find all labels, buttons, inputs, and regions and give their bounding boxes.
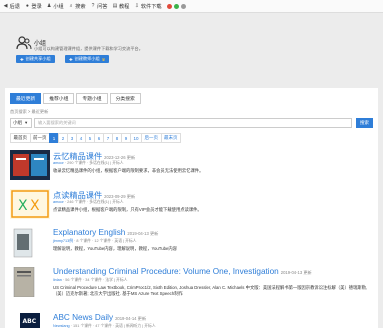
item-title[interactable]: Understanding Criminal Procedure: Volume… [53,267,312,276]
page-last[interactable]: 最末页 [160,133,182,143]
tab-recent[interactable]: 最近更新 [10,93,42,104]
svg-text:ABC: ABC [23,318,37,325]
qa-icon: ? [91,3,95,9]
page-first[interactable]: 最首页 [10,133,31,143]
search-button[interactable]: 搜索 [356,118,373,128]
nav-download[interactable]: ⇩ 软件下载 [134,3,162,10]
group-users-icon [16,36,32,50]
tab-recommended[interactable]: 推荐小组 [43,93,75,104]
top-navbar: ◀ 后退 ● 登录 ♟ 小组 ⌕ 搜索 ? 问答 ▤ 教程 ⇩ 软件下载 [0,0,383,13]
svg-text:X: X [18,198,28,214]
chevron-down-icon: ▾ [25,120,28,125]
pagination: 最首页 前一页 1 2 3 4 5 6 7 8 9 10 后一页 最末页 [10,133,182,143]
list-item: Understanding Criminal Procedure: Volume… [10,267,373,307]
item-title[interactable]: Explanatory English 2019-04-13 更新 [53,228,158,237]
page-next[interactable]: 后一页 [141,133,162,143]
item-meta: amoor · 246 个课件 · 多话在线(1) | 开标人 [53,200,124,204]
list-item: ABC ABC News Daily 2019-04-14 更新 Newslang… [10,313,373,328]
weibo-icon[interactable] [166,3,172,9]
item-thumbnail[interactable]: X X [10,189,50,219]
plus-icon: ✚ [69,56,73,62]
item-description: 点读精品课件小组，根据客户端的限制，只有VIP会员才能下载使用点读课件。 [53,207,202,212]
group-description: 小组可以构建管理课件组，提供课件下载和学习交流平台。 [34,46,143,51]
nav-group[interactable]: ♟ 小组 [47,3,64,10]
vip-icon: ♛ [101,56,106,62]
breadcrumb: 首页搜索 > 最近更新 [10,109,49,114]
item-description: 收录云忆精品课件的小组，根据客户端的限制要求，非会员无法使用云忆课件。 [53,168,204,173]
item-description: US Criminal Procedure Law Textbook, Crim… [53,285,368,296]
search-input[interactable]: 输入要搜索的关键词 [34,118,352,128]
search-icon: ⌕ [69,3,73,9]
item-title[interactable]: ABC News Daily 2019-04-14 更新 [53,313,146,322]
item-thumbnail[interactable] [10,228,50,258]
search-type-select[interactable]: 小组 ▾ [10,118,32,128]
plus-icon: ✚ [20,56,24,62]
item-meta: linlan · 56 个课件 · 34 个课件 · 法学 | 开标人 [53,278,128,282]
item-meta: amoor · 290 个课件 · 多话在线(1) | 开标人 [53,161,124,165]
tab-category-search[interactable]: 分类搜索 [109,93,141,104]
wechat-icon[interactable] [173,3,179,9]
svg-text:X: X [30,198,40,214]
item-thumbnail[interactable] [10,267,50,297]
nav-qa[interactable]: ? 问答 [91,3,108,10]
search-row: 小组 ▾ 输入要搜索的关键词 搜索 [10,118,373,128]
nav-search[interactable]: ⌕ 搜索 [69,3,86,10]
list-item: X X 点读精品课件 2023-09-29 更新 amoor · 246 个课件 … [10,189,373,223]
book-icon: ▤ [112,3,118,9]
back-icon: ◀ [3,3,8,9]
tab-bar: 最近更新 推荐小组 专题小组 分类搜索 [10,93,143,104]
download-icon: ⇩ [134,3,139,9]
item-description: 理解说明，教程，YouTube内容，理解说明，教程，YouTube内容 [53,246,178,251]
user-icon: ● [25,3,29,9]
nav-tutorial[interactable]: ▤ 教程 [112,3,130,10]
list-item: 云忆精品课件 2023-12-26 更新 amoor · 290 个课件 · 多话… [10,150,373,184]
share-icon[interactable] [180,3,186,9]
content-panel: 最近更新 推荐小组 专题小组 分类搜索 首页搜索 > 最近更新 小组 ▾ 输入要搜… [5,88,378,328]
nav-back[interactable]: ◀ 后退 [3,3,20,10]
item-meta: jimmy713例 · 8 个课件 · 12 个课件 · 英语 | 开标人 [53,239,137,243]
list-item: Explanatory English 2019-04-13 更新 jimmy71… [10,228,373,262]
tab-topic[interactable]: 专题小组 [76,93,108,104]
item-meta: Newslang · 151 个课件 · 47 个课件 · 英语 | 新闻听力 … [53,324,156,328]
page-prev[interactable]: 前一页 [29,133,50,143]
nav-login[interactable]: ● 登录 [25,3,42,10]
item-thumbnail[interactable] [10,150,50,180]
item-thumbnail[interactable]: ABC [10,313,50,328]
create-group-button[interactable]: ✚ 创建共享小组 [16,55,55,63]
create-teacher-group-button[interactable]: ✚ 创建教师小组 ♛ [65,55,110,63]
group-icon: ♟ [47,3,52,9]
